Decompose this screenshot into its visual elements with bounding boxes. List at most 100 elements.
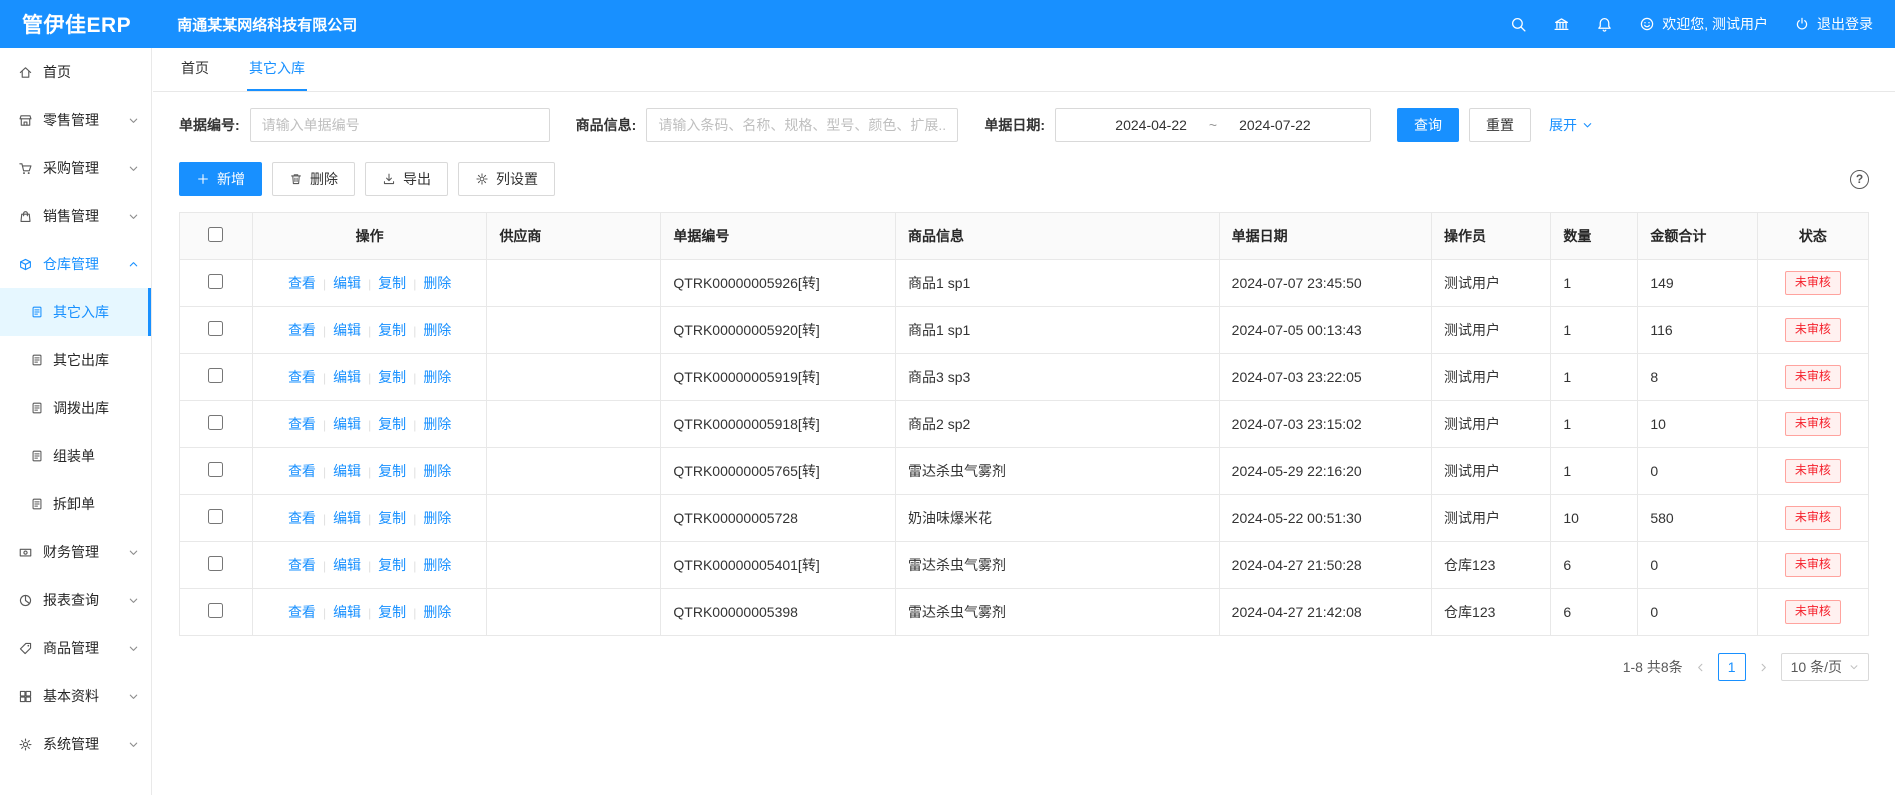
action-copy-link[interactable]: 复制 xyxy=(378,275,406,291)
table-row: 查看|编辑|复制|删除QTRK00000005919[转]商品3 sp32024… xyxy=(180,354,1869,401)
row-operator: 测试用户 xyxy=(1432,401,1551,448)
welcome-user[interactable]: 欢迎您, 测试用户 xyxy=(1639,14,1768,34)
bell-icon[interactable] xyxy=(1596,16,1613,33)
column-settings-label: 列设置 xyxy=(496,169,538,189)
row-checkbox-cell xyxy=(180,589,253,636)
next-page-icon[interactable] xyxy=(1758,662,1769,673)
action-delete-link[interactable]: 删除 xyxy=(423,557,451,573)
action-view-link[interactable]: 查看 xyxy=(288,322,316,338)
column-settings-button[interactable]: 列设置 xyxy=(458,162,555,196)
action-delete-link[interactable]: 删除 xyxy=(423,275,451,291)
action-delete-link[interactable]: 删除 xyxy=(423,322,451,338)
export-button[interactable]: 导出 xyxy=(365,162,448,196)
action-edit-link[interactable]: 编辑 xyxy=(333,322,361,338)
row-checkbox[interactable] xyxy=(208,415,223,430)
row-amount: 0 xyxy=(1638,542,1757,589)
sidebar-item-basic-data[interactable]: 基本资料 xyxy=(0,672,151,720)
doc-no-input[interactable] xyxy=(250,108,550,142)
sidebar-subitem-other-outbound[interactable]: 其它出库 xyxy=(0,336,151,384)
prev-page-icon[interactable] xyxy=(1695,662,1706,673)
row-checkbox[interactable] xyxy=(208,603,223,618)
home-icon xyxy=(18,65,33,80)
row-supplier xyxy=(487,495,661,542)
select-all-checkbox[interactable] xyxy=(208,227,223,242)
action-copy-link[interactable]: 复制 xyxy=(378,604,406,620)
sidebar-subitem-transfer-outbound[interactable]: 调拨出库 xyxy=(0,384,151,432)
chevron-down-icon xyxy=(128,691,139,702)
action-delete-link[interactable]: 删除 xyxy=(423,510,451,526)
sidebar-item-finance[interactable]: 财务管理 xyxy=(0,528,151,576)
action-copy-link[interactable]: 复制 xyxy=(378,322,406,338)
reset-button-label: 重置 xyxy=(1486,115,1514,135)
action-separator: | xyxy=(368,559,371,573)
action-copy-link[interactable]: 复制 xyxy=(378,463,406,479)
action-view-link[interactable]: 查看 xyxy=(288,416,316,432)
row-doc-no: QTRK00000005765[转] xyxy=(661,448,896,495)
help-icon[interactable]: ? xyxy=(1850,170,1869,189)
product-info-input[interactable] xyxy=(646,108,958,142)
reset-button[interactable]: 重置 xyxy=(1469,108,1531,142)
expand-link[interactable]: 展开 xyxy=(1549,115,1593,135)
row-doc-no: QTRK00000005728 xyxy=(661,495,896,542)
action-view-link[interactable]: 查看 xyxy=(288,275,316,291)
action-edit-link[interactable]: 编辑 xyxy=(333,463,361,479)
sidebar-item-sales[interactable]: 销售管理 xyxy=(0,192,151,240)
current-page[interactable]: 1 xyxy=(1718,653,1746,681)
action-delete-link[interactable]: 删除 xyxy=(423,604,451,620)
bank-icon[interactable] xyxy=(1553,16,1570,33)
row-date: 2024-05-22 00:51:30 xyxy=(1219,495,1431,542)
row-status-cell: 未审核 xyxy=(1757,589,1868,636)
sidebar-item-reports[interactable]: 报表查询 xyxy=(0,576,151,624)
sidebar-subitem-disassembly-order[interactable]: 拆卸单 xyxy=(0,480,151,528)
header-amount: 金额合计 xyxy=(1638,213,1757,260)
action-edit-link[interactable]: 编辑 xyxy=(333,275,361,291)
action-edit-link[interactable]: 编辑 xyxy=(333,510,361,526)
action-delete-link[interactable]: 删除 xyxy=(423,463,451,479)
row-checkbox[interactable] xyxy=(208,556,223,571)
sidebar-item-system[interactable]: 系统管理 xyxy=(0,720,151,768)
tab-other-inbound[interactable]: 其它入库 xyxy=(247,48,307,91)
action-edit-link[interactable]: 编辑 xyxy=(333,604,361,620)
action-copy-link[interactable]: 复制 xyxy=(378,510,406,526)
sidebar-subitem-assembly-order[interactable]: 组装单 xyxy=(0,432,151,480)
row-checkbox[interactable] xyxy=(208,274,223,289)
action-copy-link[interactable]: 复制 xyxy=(378,557,406,573)
action-view-link[interactable]: 查看 xyxy=(288,510,316,526)
search-icon[interactable] xyxy=(1510,16,1527,33)
tab-home[interactable]: 首页 xyxy=(179,48,211,91)
data-table-wrap: 操作 供应商 单据编号 商品信息 单据日期 操作员 数量 金额合计 状态 查看|… xyxy=(153,196,1895,636)
delete-button[interactable]: 删除 xyxy=(272,162,355,196)
search-button[interactable]: 查询 xyxy=(1397,108,1459,142)
sidebar-item-retail[interactable]: 零售管理 xyxy=(0,96,151,144)
action-view-link[interactable]: 查看 xyxy=(288,463,316,479)
action-edit-link[interactable]: 编辑 xyxy=(333,416,361,432)
action-view-link[interactable]: 查看 xyxy=(288,369,316,385)
page-size-select[interactable]: 10 条/页 xyxy=(1781,653,1869,681)
sidebar-subitem-label: 组装单 xyxy=(53,446,95,466)
logout-button[interactable]: 退出登录 xyxy=(1794,14,1873,34)
action-view-link[interactable]: 查看 xyxy=(288,557,316,573)
add-button[interactable]: 新增 xyxy=(179,162,262,196)
action-copy-link[interactable]: 复制 xyxy=(378,416,406,432)
row-checkbox[interactable] xyxy=(208,462,223,477)
date-range-picker[interactable]: 2024-04-22 ~ 2024-07-22 xyxy=(1055,108,1371,142)
row-operator: 测试用户 xyxy=(1432,448,1551,495)
action-separator: | xyxy=(368,512,371,526)
row-checkbox[interactable] xyxy=(208,321,223,336)
chevron-up-icon xyxy=(128,259,139,270)
action-copy-link[interactable]: 复制 xyxy=(378,369,406,385)
sidebar-item-label: 首页 xyxy=(43,62,71,82)
sidebar-item-goods[interactable]: 商品管理 xyxy=(0,624,151,672)
sidebar-item-warehouse[interactable]: 仓库管理 xyxy=(0,240,151,288)
action-view-link[interactable]: 查看 xyxy=(288,604,316,620)
action-delete-link[interactable]: 删除 xyxy=(423,369,451,385)
page-size-value: 10 条/页 xyxy=(1791,657,1842,677)
sidebar-item-home[interactable]: 首页 xyxy=(0,48,151,96)
row-checkbox[interactable] xyxy=(208,368,223,383)
action-edit-link[interactable]: 编辑 xyxy=(333,369,361,385)
sidebar-item-purchase[interactable]: 采购管理 xyxy=(0,144,151,192)
sidebar-subitem-other-inbound[interactable]: 其它入库 xyxy=(0,288,151,336)
action-edit-link[interactable]: 编辑 xyxy=(333,557,361,573)
row-checkbox[interactable] xyxy=(208,509,223,524)
action-delete-link[interactable]: 删除 xyxy=(423,416,451,432)
